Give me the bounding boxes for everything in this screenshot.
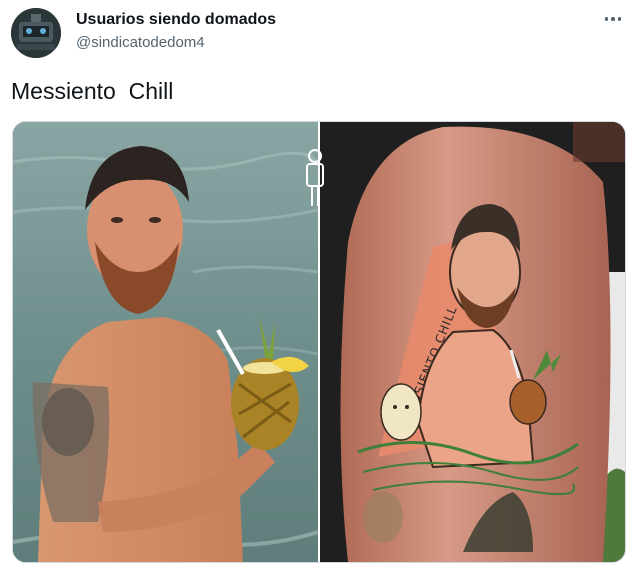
author-display-name[interactable]: Usuarios siendo domados — [76, 11, 276, 29]
author-handle[interactable]: @sindicatodedom4 — [76, 34, 205, 51]
tweet-media[interactable]: MESSIENTO CHILL — [12, 121, 626, 563]
photo-right: MESSIENTO CHILL — [320, 122, 625, 562]
avatar-image-icon — [11, 8, 61, 58]
tweet-card: Usuarios siendo domados @sindicatodedom4… — [0, 0, 640, 572]
photo-left — [13, 122, 320, 562]
more-horizontal-icon[interactable] — [600, 8, 626, 30]
tweet-text: Messiento Chill — [11, 78, 174, 104]
avatar[interactable] — [11, 8, 61, 58]
